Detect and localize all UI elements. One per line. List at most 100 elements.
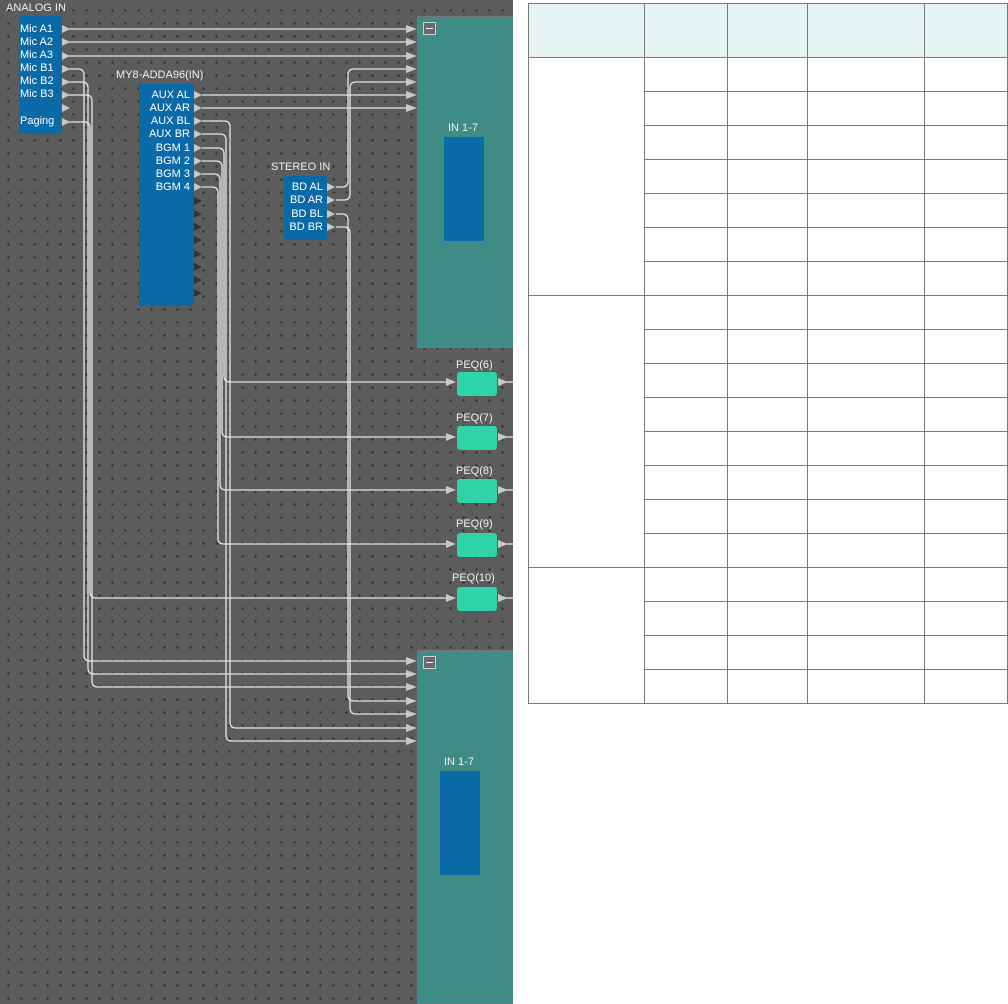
- stereo-in-title: STEREO IN: [271, 161, 331, 173]
- collapse-button[interactable]: [423, 22, 436, 35]
- table-header-cell: [643, 3, 728, 58]
- table-cell: [643, 363, 728, 398]
- table-cell: [643, 193, 728, 228]
- table-row: [528, 567, 1008, 704]
- table-cell: [643, 159, 728, 194]
- table-cell: [726, 431, 809, 466]
- table-cell: [807, 295, 926, 330]
- table-cell: [924, 125, 1008, 160]
- my8-title: MY8-ADDA96(IN): [116, 69, 204, 81]
- dsp-block-bottom[interactable]: IN 1-7: [417, 650, 513, 1004]
- port-label: BGM 4: [155, 181, 190, 193]
- table-cell: [807, 669, 926, 704]
- table-cell: [726, 261, 809, 296]
- dsp-input-label: IN 1-7: [448, 122, 478, 134]
- peq-title: PEQ(10): [452, 572, 495, 584]
- my8-block[interactable]: AUX AL AUX AR AUX BL AUX BR BGM 1 BGM 2 …: [139, 84, 194, 306]
- dsp-input-label: IN 1-7: [444, 756, 474, 768]
- port-label: Mic A1: [20, 23, 54, 35]
- port-label: Mic B2: [20, 75, 54, 87]
- peq-block[interactable]: [457, 426, 497, 450]
- table-cell: [924, 227, 1008, 262]
- table-cell: [924, 363, 1008, 398]
- table-cell: [807, 465, 926, 500]
- group-cell: [528, 567, 645, 704]
- collapse-button[interactable]: [423, 656, 436, 669]
- table-cell: [643, 465, 728, 500]
- port-label: AUX AL: [151, 89, 190, 101]
- peq-block[interactable]: [457, 479, 497, 503]
- table-cell: [643, 125, 728, 160]
- table-cell: [807, 227, 926, 262]
- table-cell: [643, 57, 728, 92]
- dsp-block-top[interactable]: IN 1-7: [417, 16, 513, 348]
- group-cell: [528, 295, 645, 568]
- table-cell: [726, 669, 809, 704]
- table-cell: [807, 431, 926, 466]
- table-cell: [726, 57, 809, 92]
- table-cell: [924, 567, 1008, 602]
- table-cell: [924, 397, 1008, 432]
- table-cell: [807, 533, 926, 568]
- table-cell: [726, 499, 809, 534]
- table-cell: [807, 499, 926, 534]
- stereo-in-block[interactable]: BD AL BD AR BD BL BD BR: [284, 176, 327, 240]
- table-cell: [807, 91, 926, 126]
- peq-block[interactable]: [457, 372, 497, 396]
- port-label: BGM 2: [155, 155, 190, 167]
- table-cell: [726, 465, 809, 500]
- peq-title: PEQ(6): [456, 359, 493, 371]
- port-label: Paging: [20, 115, 55, 127]
- table-cell: [807, 57, 926, 92]
- table-cell: [643, 295, 728, 330]
- assignment-table: [528, 3, 1008, 704]
- port-label: BGM 3: [155, 168, 190, 180]
- peq-title: PEQ(8): [456, 465, 493, 477]
- table-cell: [643, 601, 728, 636]
- table-cell: [924, 635, 1008, 670]
- table-cell: [643, 261, 728, 296]
- port-label: Mic B3: [20, 88, 54, 100]
- table-cell: [807, 397, 926, 432]
- table-cell: [726, 91, 809, 126]
- table-cell: [643, 431, 728, 466]
- table-cell: [924, 91, 1008, 126]
- table-header-cell: [528, 3, 645, 58]
- table-cell: [726, 397, 809, 432]
- table-cell: [643, 227, 728, 262]
- table-cell: [924, 329, 1008, 364]
- port-label: Mic A3: [20, 49, 54, 61]
- table-cell: [807, 125, 926, 160]
- analog-in-block[interactable]: Mic A1 Mic A2 Mic A3 Mic B1 Mic B2 Mic B…: [19, 16, 61, 134]
- table-cell: [807, 635, 926, 670]
- table-cell: [643, 669, 728, 704]
- table-cell: [924, 533, 1008, 568]
- table-cell: [807, 363, 926, 398]
- table-cell: [924, 295, 1008, 330]
- table-header-cell: [924, 3, 1008, 58]
- port-label: BD BL: [291, 208, 323, 220]
- port-label: AUX BL: [150, 115, 190, 127]
- port-label: Mic A2: [20, 36, 54, 48]
- table-header-cell: [726, 3, 809, 58]
- table-cell: [924, 465, 1008, 500]
- peq-block[interactable]: [457, 533, 497, 557]
- table-cell: [807, 193, 926, 228]
- port-label: BD AR: [289, 194, 323, 206]
- table-cell: [726, 363, 809, 398]
- port-label: BD AL: [291, 181, 323, 193]
- input-port-block[interactable]: [440, 771, 480, 875]
- table-cell: [726, 533, 809, 568]
- input-port-block[interactable]: [444, 137, 484, 241]
- table-cell: [726, 159, 809, 194]
- table-cell: [643, 499, 728, 534]
- table-cell: [924, 669, 1008, 704]
- group-cell: [528, 57, 645, 296]
- peq-block[interactable]: [457, 587, 497, 611]
- port-label: AUX AR: [149, 102, 190, 114]
- table-cell: [726, 635, 809, 670]
- table-cell: [807, 567, 926, 602]
- table-cell: [643, 329, 728, 364]
- port-label: BGM 1: [155, 142, 190, 154]
- design-canvas[interactable]: IN 1-7 IN 1-7 ANALOG IN Mic A1 Mic A2 Mi…: [0, 0, 513, 1004]
